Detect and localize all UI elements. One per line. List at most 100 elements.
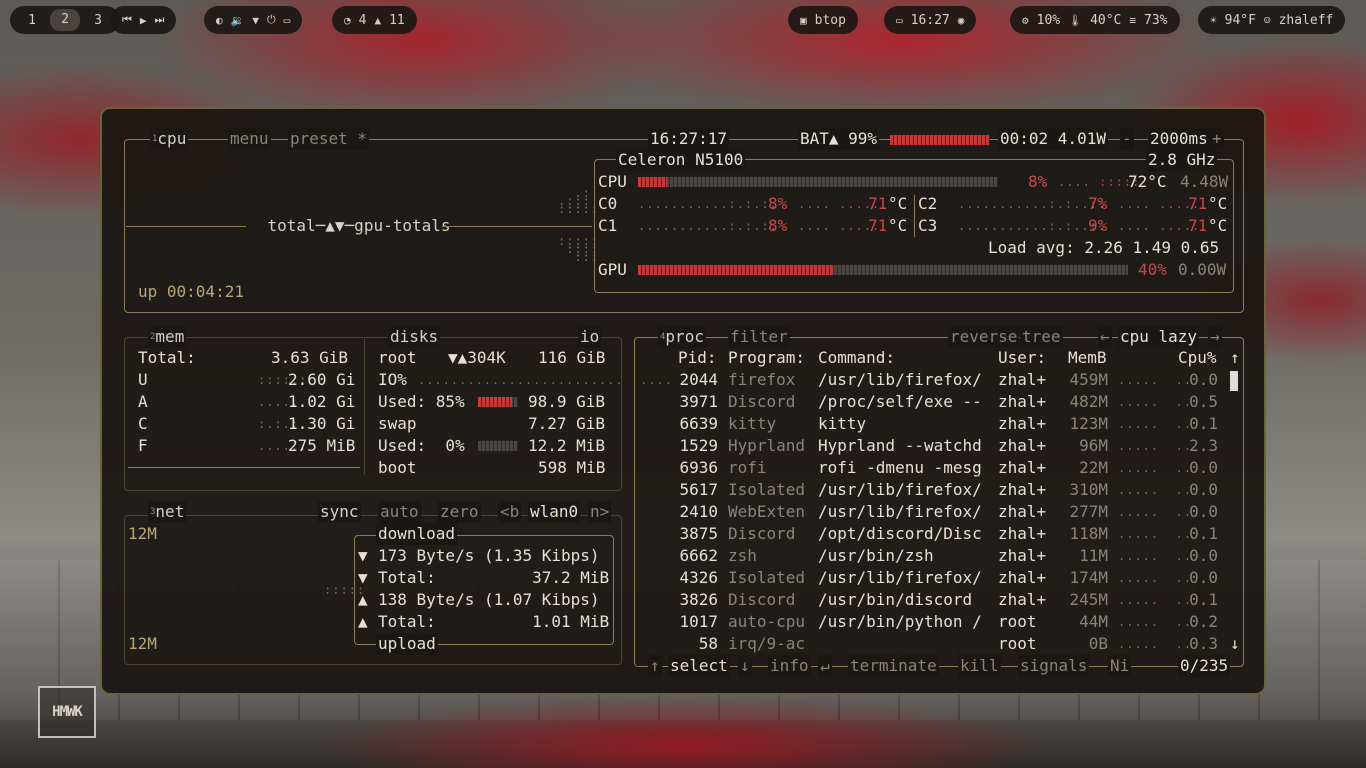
proc-box-title[interactable]: 4proc <box>658 326 706 348</box>
disk-root-used-size: 98.9 GiB <box>528 392 606 411</box>
process-mem: 277M <box>1069 502 1108 521</box>
load-average: Load avg: 2.26 1.49 0.65 <box>988 238 1220 257</box>
process-user: zhal+ <box>998 524 1047 543</box>
process-user: zhal+ <box>998 568 1047 587</box>
volume-icon[interactable]: 🔉 <box>231 14 245 27</box>
net-zero[interactable]: zero <box>438 501 481 523</box>
workspace-3[interactable]: 3 <box>88 13 108 28</box>
proc-terminate[interactable]: terminate <box>848 655 939 677</box>
process-pid: 6639 <box>679 414 718 433</box>
proc-filter[interactable]: filter <box>728 326 790 348</box>
process-mem: 22M <box>1079 458 1108 477</box>
thermometer-icon: 🌡 <box>1068 13 1083 27</box>
net-next-iface[interactable]: n> <box>588 501 612 523</box>
process-cpu: 0.0 <box>1189 568 1218 587</box>
interval-increase[interactable]: + <box>1210 128 1224 150</box>
prev-icon[interactable]: ⏮ <box>122 13 132 27</box>
counter-a: 4 <box>358 12 367 28</box>
process-command: /usr/bin/zsh <box>818 546 934 565</box>
mem-used-label: U <box>138 370 148 389</box>
clock-pill[interactable]: ▭ 16:27 ◉ <box>884 6 977 34</box>
core-c2-label: C2 <box>918 194 938 213</box>
core-c3-percent: 9% <box>1088 216 1108 235</box>
net-auto[interactable]: auto <box>378 501 421 523</box>
net-upload-title: upload <box>376 633 438 655</box>
proc-signals[interactable]: signals <box>1018 655 1090 677</box>
col-user[interactable]: User: <box>998 347 1046 369</box>
mem-cached-label: C <box>138 414 148 433</box>
mem-box-title[interactable]: 2mem <box>148 326 187 348</box>
process-program: firefox <box>728 370 796 389</box>
proc-select[interactable]: select <box>668 655 730 677</box>
process-user: root <box>998 634 1037 653</box>
power-icon[interactable]: ⏻ <box>267 13 276 27</box>
io-toggle[interactable]: io <box>578 326 602 348</box>
battery-icon[interactable]: ▭ <box>284 14 291 27</box>
interval-decrease[interactable]: - <box>1120 128 1134 150</box>
user-icon: ☺ <box>1263 13 1271 27</box>
gpu-label: GPU <box>598 260 627 279</box>
scroll-down-icon[interactable]: ↓ <box>1230 633 1240 655</box>
net-prev-iface[interactable]: <b <box>498 501 522 523</box>
preset-button[interactable]: preset * <box>288 128 370 150</box>
btop-terminal[interactable]: 1cpu menu preset * 16:27:17 BAT▲ 99% 00:… <box>100 107 1266 695</box>
mem-available-value: 1.02 Gi <box>288 392 356 411</box>
disks-title[interactable]: disks <box>388 326 441 348</box>
net-sync[interactable]: sync <box>318 501 361 523</box>
process-command: kitty <box>818 414 867 433</box>
core-c0-label: C0 <box>598 194 618 213</box>
col-mem[interactable]: MemB <box>1068 347 1107 369</box>
scroll-up-icon[interactable]: ↑ <box>1230 347 1240 369</box>
play-icon[interactable]: ▶ <box>140 14 147 27</box>
process-pid: 4326 <box>679 568 718 587</box>
process-user: zhal+ <box>998 414 1047 433</box>
stats-pill: ⚙ 10% 🌡 40°C ≡ 73% <box>1010 6 1180 34</box>
proc-tree[interactable]: tree <box>1020 326 1063 348</box>
process-command: /usr/bin/python / <box>818 612 982 631</box>
col-program[interactable]: Program: <box>728 347 805 369</box>
process-pid: 1017 <box>679 612 718 631</box>
proc-info[interactable]: info <box>768 655 811 677</box>
cpu-temp-value: 72°C <box>1128 172 1167 191</box>
proc-kill[interactable]: kill <box>958 655 1001 677</box>
sort-next[interactable]: → <box>1208 326 1222 348</box>
net-down-total: Total: 37.2 MiB <box>378 568 610 587</box>
wifi-icon[interactable]: ▼ <box>252 14 259 27</box>
battery-status: BAT▲ 99% <box>798 128 880 150</box>
battery-bar-fill <box>890 135 989 145</box>
process-pid: 3826 <box>679 590 718 609</box>
col-cpu[interactable]: Cpu% <box>1178 347 1217 369</box>
workspace-1[interactable]: 1 <box>22 13 42 28</box>
process-mem: 459M <box>1069 370 1108 389</box>
cpu-power: 4.48W <box>1180 172 1229 191</box>
scrollbar-thumb[interactable] <box>1230 371 1238 391</box>
gpu-percent: 40% <box>1138 260 1167 279</box>
process-cpu: 0.2 <box>1189 612 1218 631</box>
core-c3-unit: °C <box>1208 216 1228 235</box>
brightness-icon[interactable]: ◐ <box>216 14 223 27</box>
process-pid: 2410 <box>679 502 718 521</box>
proc-reverse[interactable]: reverse <box>948 326 1020 348</box>
process-pid: 1529 <box>679 436 718 455</box>
next-icon[interactable]: ⏭ <box>155 13 165 27</box>
select-down-icon[interactable]: ↓ <box>738 655 752 677</box>
disk-usage: 73% <box>1144 12 1168 28</box>
process-mem: 482M <box>1069 392 1108 411</box>
col-command[interactable]: Command: <box>818 347 895 369</box>
select-up-icon[interactable]: ↑ <box>648 655 662 677</box>
disk-swap-used-size: 12.2 MiB <box>528 436 606 455</box>
palette-icon[interactable]: ◉ <box>958 14 965 27</box>
core-c2-graph: ...........:.:..:. <box>958 197 1107 211</box>
enter-icon: ↵ <box>818 655 832 677</box>
sort-prev[interactable]: ← <box>1098 326 1112 348</box>
core-c2-temp: 71 <box>1188 194 1208 213</box>
mem-available-label: A <box>138 392 148 411</box>
workspace-2[interactable]: 2 <box>50 9 80 31</box>
disk-root-used-bar-fill <box>478 397 512 407</box>
col-pid[interactable]: Pid: <box>678 347 717 369</box>
net-box-title[interactable]: 3net <box>148 501 187 523</box>
proc-nice[interactable]: Ni <box>1108 655 1132 677</box>
gpu-bar-fill <box>638 265 834 275</box>
cpu-box-title[interactable]: 1cpu <box>150 128 189 150</box>
menu-button[interactable]: menu <box>228 128 271 150</box>
